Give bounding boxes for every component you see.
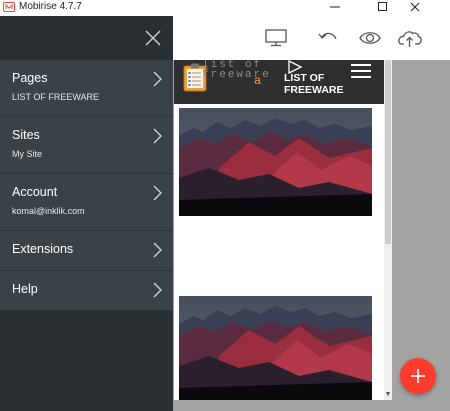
sidebar-item-account[interactable]: Account komal@inklik.com	[0, 174, 173, 231]
undo-icon	[318, 32, 337, 40]
chevron-right-icon	[153, 282, 162, 298]
hamburger-menu-icon[interactable]	[351, 64, 371, 78]
sidebar-header	[0, 16, 173, 60]
sidebar-item-subtitle: My Site	[12, 149, 43, 159]
desktop-preview-icon	[265, 29, 287, 47]
page-preview[interactable]: list of freeware a LIST OF FREEWARE	[174, 60, 384, 400]
undo-button[interactable]	[316, 25, 342, 51]
site-logo-accent: a	[254, 74, 262, 88]
sidebar-item-label: Sites	[12, 128, 40, 142]
site-title-line-2: FREEWARE	[284, 84, 344, 96]
mountain-picture	[179, 296, 372, 400]
sidebar-item-label: Help	[12, 282, 38, 296]
sidebar-item-extensions[interactable]: Extensions	[0, 231, 173, 271]
preview-button[interactable]	[357, 25, 383, 51]
site-title-line-1: LIST OF	[284, 72, 325, 84]
minimize-button[interactable]	[322, 0, 348, 14]
publish-cloud-icon	[398, 31, 422, 47]
sidebar-item-subtitle: LIST OF FREEWARE	[12, 92, 100, 102]
sidebar-item-label: Pages	[12, 71, 48, 85]
sidebar-item-label: Account	[12, 185, 58, 199]
site-menu-block[interactable]: list of freeware a LIST OF FREEWARE	[174, 60, 384, 104]
site-title[interactable]: LIST OF FREEWARE	[284, 72, 344, 96]
title-bar: Mobirise 4.7.7	[0, 0, 450, 16]
close-icon	[410, 2, 420, 12]
chevron-right-icon	[153, 185, 162, 201]
mountain-picture	[179, 108, 372, 216]
close-icon[interactable]	[143, 28, 163, 48]
close-window-button[interactable]	[402, 0, 428, 14]
sidebar-item-help[interactable]: Help	[0, 271, 173, 311]
preview-eye-icon	[359, 32, 381, 44]
plus-icon	[411, 369, 425, 383]
maximize-icon	[378, 2, 387, 11]
scroll-down-arrow-icon[interactable]: ▼	[384, 390, 392, 400]
chevron-right-icon	[153, 128, 162, 144]
mountain-image[interactable]	[179, 108, 372, 216]
sidebar-item-label: Extensions	[12, 242, 74, 256]
desktop-preview-button[interactable]	[263, 25, 289, 51]
publish-button[interactable]	[397, 25, 423, 51]
scrollbar-thumb[interactable]	[385, 60, 391, 244]
minimize-icon	[330, 6, 340, 8]
sidebar-item-sites[interactable]: Sites My Site	[0, 117, 173, 174]
chevron-right-icon	[153, 71, 162, 87]
window-title: Mobirise 4.7.7	[19, 1, 82, 12]
sidebar-menu: Pages LIST OF FREEWARE Sites My Site Acc…	[0, 60, 173, 311]
sidebar-item-subtitle: komal@inklik.com	[12, 206, 85, 216]
chevron-right-icon	[153, 242, 162, 258]
mountain-image[interactable]	[179, 296, 372, 400]
sidebar-item-pages[interactable]: Pages LIST OF FREEWARE	[0, 60, 173, 117]
add-block-button[interactable]	[400, 358, 436, 394]
app-window: Mobirise 4.7.7 list of freeware a LIST O…	[0, 0, 450, 411]
sidebar: Pages LIST OF FREEWARE Sites My Site Acc…	[0, 16, 173, 411]
mobirise-logo-icon	[3, 2, 15, 12]
maximize-button[interactable]	[370, 0, 396, 14]
site-logo-text: list of freeware	[202, 60, 271, 81]
